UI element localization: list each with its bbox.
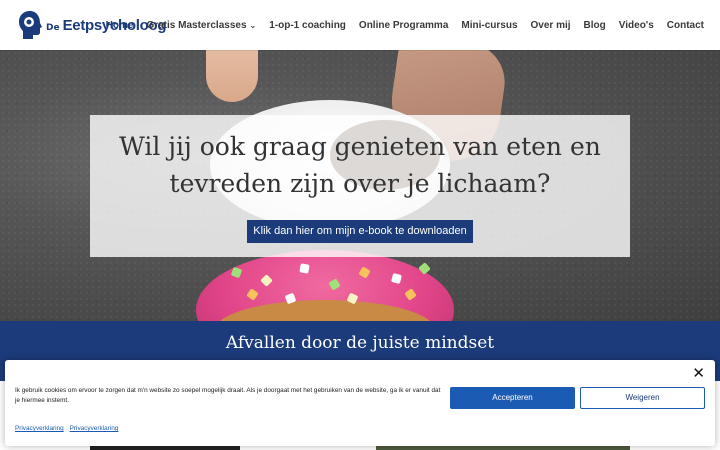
close-icon[interactable]: ✕ (692, 364, 705, 382)
head-silhouette-icon (18, 10, 42, 40)
privacy-link[interactable]: Privacyverklaring (70, 425, 119, 432)
deny-cookies-button[interactable]: Weigeren (580, 387, 705, 409)
cookie-message: Ik gebruik cookies om ervoor te zorgen d… (15, 387, 441, 404)
hero-text-box: Wil jij ook graag genieten van eten en t… (90, 115, 630, 257)
nav-item-home[interactable]: Home (106, 20, 134, 31)
cookie-banner: ✕ Ik gebruik cookies om ervoor te zorgen… (5, 360, 715, 446)
nav-item-coaching[interactable]: 1-op-1 coaching (269, 20, 346, 31)
nav-item-over-mij[interactable]: Over mij (531, 20, 571, 31)
hero-title-line-1: Wil jij ook graag genieten van eten en (119, 132, 601, 161)
hero-title: Wil jij ook graag genieten van eten en t… (90, 128, 630, 202)
download-ebook-button[interactable]: Klik dan hier om mijn e-book te download… (247, 220, 473, 243)
accept-cookies-button[interactable]: Accepteren (450, 387, 575, 409)
nav-item-mini-cursus[interactable]: Mini-cursus (461, 20, 517, 31)
chevron-down-icon: ⌄ (249, 20, 257, 30)
hero-section: Wil jij ook graag genieten van eten en t… (0, 50, 720, 321)
nav-item-contact[interactable]: Contact (667, 20, 704, 31)
nav-item-blog[interactable]: Blog (584, 20, 606, 31)
sprinkle (299, 263, 310, 274)
nav-item-online-programma[interactable]: Online Programma (359, 20, 448, 31)
cookie-links: Privacyverklaring Privacyverklaring (15, 425, 124, 432)
main-nav: Home Gratis Masterclasses ⌄ 1-op-1 coach… (93, 0, 704, 50)
nav-item-gratis-masterclasses[interactable]: Gratis Masterclasses ⌄ (146, 20, 256, 31)
hero-image-finger (206, 50, 258, 102)
hero-title-line-2: tevreden zijn over je lichaam? (169, 169, 551, 198)
site-header: De Eetpsycholoog Home Gratis Masterclass… (0, 0, 720, 50)
nav-item-videos[interactable]: Video's (619, 20, 654, 31)
privacy-link[interactable]: Privacyverklaring (15, 425, 64, 432)
logo-prefix: De (46, 22, 60, 33)
section-title: Afvallen door de juiste mindset (225, 333, 495, 353)
